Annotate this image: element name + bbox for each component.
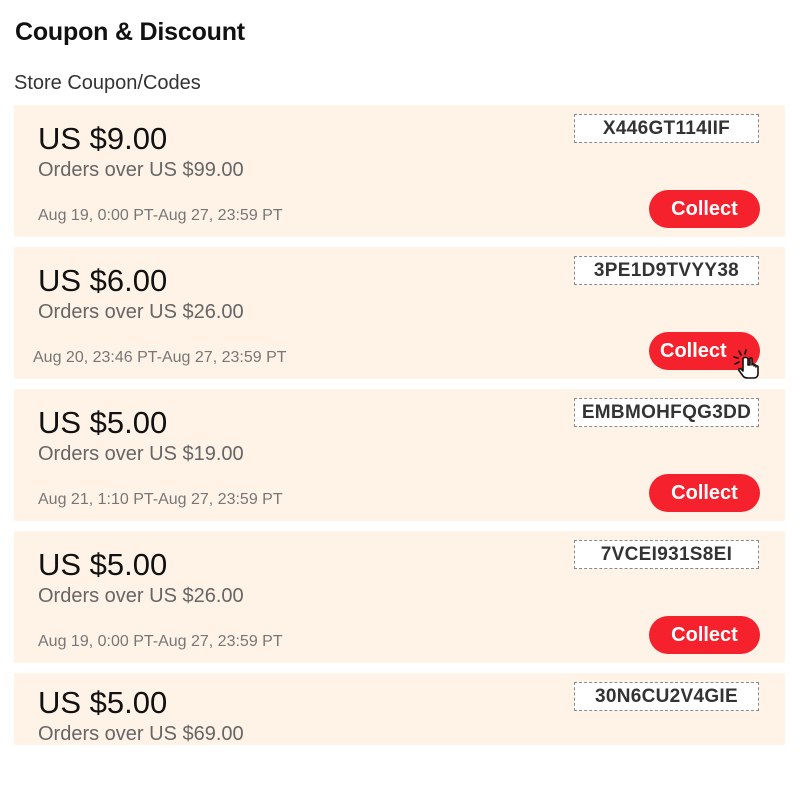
coupon-period: Aug 20, 23:46 PT-Aug 27, 23:59 PT: [33, 349, 287, 366]
coupon-card: US $6.00 Orders over US $26.00 Aug 20, 2…: [14, 247, 785, 379]
coupon-amount: US $6.00: [38, 263, 168, 298]
coupon-threshold: Orders over US $99.00: [38, 159, 244, 181]
coupon-threshold: Orders over US $19.00: [38, 443, 244, 465]
coupon-card: US $5.00 Orders over US $26.00 Aug 19, 0…: [14, 531, 785, 663]
collect-button[interactable]: Collect: [649, 616, 760, 654]
collect-button[interactable]: Collect: [649, 190, 760, 228]
coupon-card: US $5.00 Orders over US $19.00 Aug 21, 1…: [14, 389, 785, 521]
coupon-threshold: Orders over US $26.00: [38, 301, 244, 323]
coupon-period: Aug 21, 1:10 PT-Aug 27, 23:59 PT: [38, 491, 283, 508]
coupon-list: US $9.00 Orders over US $99.00 Aug 19, 0…: [14, 105, 785, 755]
coupon-amount: US $9.00: [38, 121, 168, 156]
coupon-code[interactable]: 3PE1D9TVYY38: [574, 256, 759, 285]
coupon-period: Aug 19, 0:00 PT-Aug 27, 23:59 PT: [38, 633, 283, 650]
coupon-code[interactable]: 30N6CU2V4GIE: [574, 682, 759, 711]
collect-button[interactable]: Collect: [649, 474, 760, 512]
coupon-amount: US $5.00: [38, 685, 168, 720]
coupon-threshold: Orders over US $69.00: [38, 723, 244, 745]
coupon-code[interactable]: EMBMOHFQG3DD: [574, 398, 759, 427]
coupon-period: Aug 19, 0:00 PT-Aug 27, 23:59 PT: [38, 207, 283, 224]
coupon-amount: US $5.00: [38, 547, 168, 582]
section-label: Store Coupon/Codes: [14, 72, 201, 94]
coupon-card: US $5.00 Orders over US $69.00 30N6CU2V4…: [14, 673, 785, 745]
coupon-threshold: Orders over US $26.00: [38, 585, 244, 607]
hand-pointer-click-icon: [733, 349, 759, 379]
coupon-code[interactable]: X446GT114IIF: [574, 114, 759, 143]
coupon-amount: US $5.00: [38, 405, 168, 440]
page-title: Coupon & Discount: [15, 18, 245, 46]
coupon-card: US $9.00 Orders over US $99.00 Aug 19, 0…: [14, 105, 785, 237]
coupon-code[interactable]: 7VCEI931S8EI: [574, 540, 759, 569]
